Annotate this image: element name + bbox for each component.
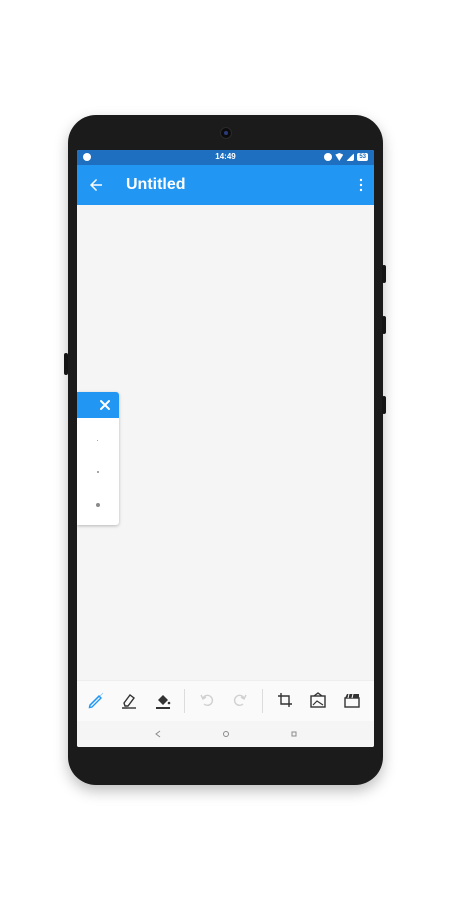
alarm-icon xyxy=(324,153,333,161)
screen: 14:49 53 Untitled xyxy=(77,150,374,747)
nav-home-icon[interactable] xyxy=(219,727,233,741)
phone-side-button-1 xyxy=(382,265,386,283)
redo-icon[interactable] xyxy=(230,690,250,710)
close-icon[interactable] xyxy=(98,398,112,412)
wifi-icon xyxy=(335,153,344,161)
status-icons: 53 xyxy=(324,153,368,161)
brush-size-panel xyxy=(77,392,119,525)
toolbar-divider xyxy=(262,689,263,713)
toolbar-divider xyxy=(184,689,185,713)
phone-side-button-3 xyxy=(382,396,386,414)
phone-side-button-2 xyxy=(382,316,386,334)
drawing-toolbar xyxy=(77,680,374,721)
fill-bucket-icon[interactable] xyxy=(153,690,173,710)
undo-icon[interactable] xyxy=(197,690,217,710)
brush-size-medium[interactable] xyxy=(97,471,99,473)
signal-icon xyxy=(346,153,355,161)
brush-size-small[interactable] xyxy=(97,440,98,441)
nav-back-icon[interactable] xyxy=(151,727,165,741)
arrow-left-icon[interactable] xyxy=(87,176,105,194)
clapperboard-icon[interactable] xyxy=(342,690,362,710)
app-bar: Untitled xyxy=(77,165,374,205)
system-nav-bar xyxy=(77,721,374,747)
crop-icon[interactable] xyxy=(275,690,295,710)
brush-panel-header xyxy=(77,392,119,418)
background-image-icon[interactable] xyxy=(308,690,328,710)
more-vert-icon[interactable] xyxy=(358,177,364,193)
pencil-icon[interactable] xyxy=(86,690,106,710)
front-camera xyxy=(220,127,232,139)
nav-recents-icon[interactable] xyxy=(287,727,301,741)
eraser-icon[interactable] xyxy=(119,690,139,710)
battery-icon: 53 xyxy=(357,153,368,161)
drawing-canvas[interactable] xyxy=(77,205,374,680)
brush-size-large[interactable] xyxy=(96,503,100,507)
phone-volume-button xyxy=(64,353,68,375)
page-title: Untitled xyxy=(126,176,186,193)
status-bar: 14:49 53 xyxy=(77,150,374,165)
